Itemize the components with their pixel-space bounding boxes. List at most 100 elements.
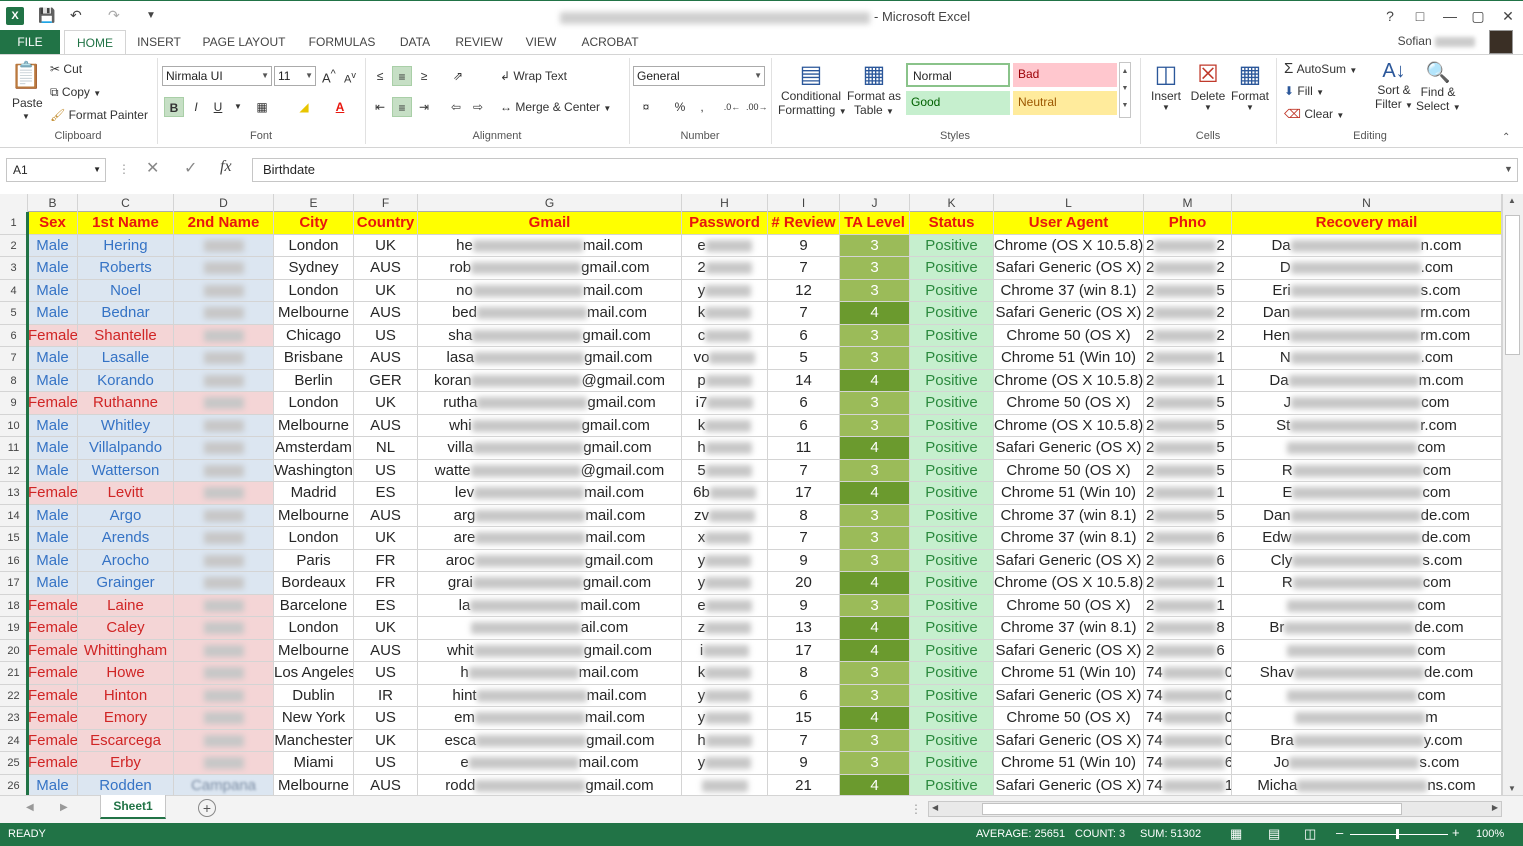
cell-b[interactable]: Male [28,279,78,302]
zoom-slider[interactable] [1350,834,1448,835]
tab-file[interactable]: FILE [0,30,60,54]
cell-c[interactable]: Noel [78,279,174,302]
redo-icon[interactable]: ↷ [108,7,120,24]
cell-k[interactable]: Status [910,212,994,235]
cell-k[interactable]: Positive [910,752,994,775]
style-normal[interactable]: Normal [906,63,1010,87]
font-size-select[interactable]: 11 ▼ [274,66,316,86]
cell-h[interactable]: e [682,234,768,257]
cell-k[interactable]: Positive [910,639,994,662]
cell-i[interactable]: 13 [768,617,840,640]
decrease-indent-icon[interactable]: ⇦ [446,97,466,117]
cell-m[interactable]: 21 [1144,482,1232,505]
row-header[interactable]: 2 [0,234,28,257]
zoom-in-icon[interactable]: + [1452,825,1460,840]
cell-g[interactable]: lev mail.com [418,482,682,505]
tab-insert[interactable]: INSERT [130,30,188,54]
cell-b[interactable]: Female [28,392,78,415]
cell-g[interactable]: whit gmail.com [418,639,682,662]
cell-g[interactable]: esca gmail.com [418,729,682,752]
tab-acrobat[interactable]: ACROBAT [572,30,648,54]
cell-c[interactable]: Hering [78,234,174,257]
cell-k[interactable]: Positive [910,774,994,795]
cell-f[interactable]: ES [354,594,418,617]
cell-e[interactable]: Barcelone [274,594,354,617]
cell-m[interactable]: 26 [1144,549,1232,572]
cell-l[interactable]: Chrome (OS X 10.5.8) [994,234,1144,257]
cell-f[interactable]: IR [354,684,418,707]
cell-h[interactable]: y [682,684,768,707]
autosum-button[interactable]: Σ AutoSum ▼ [1284,60,1357,77]
row-header[interactable]: 23 [0,707,28,730]
cell-g[interactable]: e mail.com [418,752,682,775]
cell-c[interactable]: Emory [78,707,174,730]
cell-h[interactable]: c [682,324,768,347]
column-header-d[interactable]: D [174,194,274,212]
cell-g[interactable]: ail.com [418,617,682,640]
font-color-icon[interactable]: A [330,97,350,117]
cell-c[interactable]: Howe [78,662,174,685]
cell-f[interactable]: UK [354,527,418,550]
cell-b[interactable]: Female [28,752,78,775]
cell-g[interactable]: h mail.com [418,662,682,685]
cell-f[interactable]: UK [354,729,418,752]
cell-j[interactable]: 3 [840,549,910,572]
page-break-view-icon[interactable]: ◫ [1304,826,1316,842]
cell-e[interactable]: London [274,527,354,550]
cell-n[interactable]: N .com [1232,347,1502,370]
increase-indent-icon[interactable]: ⇨ [468,97,488,117]
cell-n[interactable]: com [1232,639,1502,662]
cell-b[interactable]: Male [28,302,78,325]
cell-m[interactable]: 21 [1144,347,1232,370]
scroll-up-icon[interactable]: ▲ [1508,196,1516,205]
cell-c[interactable]: Erby [78,752,174,775]
cell-j[interactable]: 3 [840,459,910,482]
cell-l[interactable]: Safari Generic (OS X) [994,437,1144,460]
cell-g[interactable]: em mail.com [418,707,682,730]
cell-l[interactable]: Chrome 51 (Win 10) [994,347,1144,370]
cell-b[interactable]: Male [28,527,78,550]
cell-g[interactable]: rob gmail.com [418,257,682,280]
cell-n[interactable]: Da n.com [1232,234,1502,257]
style-good[interactable]: Good [906,91,1010,115]
fill-button[interactable]: ⬇ Fill ▼ [1284,84,1324,98]
cell-k[interactable]: Positive [910,347,994,370]
tab-home[interactable]: HOME [64,30,126,54]
cell-d[interactable] [174,347,274,370]
prev-sheet-icon[interactable]: ◀ [26,802,34,813]
cell-f[interactable]: US [354,324,418,347]
cell-m[interactable]: 21 [1144,369,1232,392]
cell-f[interactable]: US [354,707,418,730]
cell-j[interactable]: TA Level [840,212,910,235]
cell-k[interactable]: Positive [910,234,994,257]
cell-n[interactable]: Jo s.com [1232,752,1502,775]
undo-icon[interactable]: ↶ [70,7,82,24]
row-header[interactable]: 11 [0,437,28,460]
row-header[interactable]: 19 [0,617,28,640]
cell-f[interactable]: UK [354,234,418,257]
cell-g[interactable]: hint mail.com [418,684,682,707]
cell-n[interactable]: Dan rm.com [1232,302,1502,325]
increase-decimal-icon[interactable]: .0← [722,97,742,117]
cell-c[interactable]: Arends [78,527,174,550]
cell-l[interactable]: Chrome 51 (Win 10) [994,662,1144,685]
cell-c[interactable]: Hinton [78,684,174,707]
cell-c[interactable]: Escarcega [78,729,174,752]
cell-j[interactable]: 4 [840,482,910,505]
column-header-m[interactable]: M [1144,194,1232,212]
cell-g[interactable]: Gmail [418,212,682,235]
cell-c[interactable]: Ruthanne [78,392,174,415]
cell-l[interactable]: Safari Generic (OS X) [994,302,1144,325]
cell-b[interactable]: Male [28,504,78,527]
cell-e[interactable]: Amsterdam [274,437,354,460]
column-header-f[interactable]: F [354,194,418,212]
row-header[interactable]: 3 [0,257,28,280]
cell-n[interactable]: St r.com [1232,414,1502,437]
cell-g[interactable]: rodd gmail.com [418,774,682,795]
cell-j[interactable]: 3 [840,392,910,415]
cell-g[interactable]: bed mail.com [418,302,682,325]
cell-g[interactable]: whi gmail.com [418,414,682,437]
cell-e[interactable]: Melbourne [274,302,354,325]
cell-c[interactable]: Villalpando [78,437,174,460]
cell-j[interactable]: 4 [840,369,910,392]
